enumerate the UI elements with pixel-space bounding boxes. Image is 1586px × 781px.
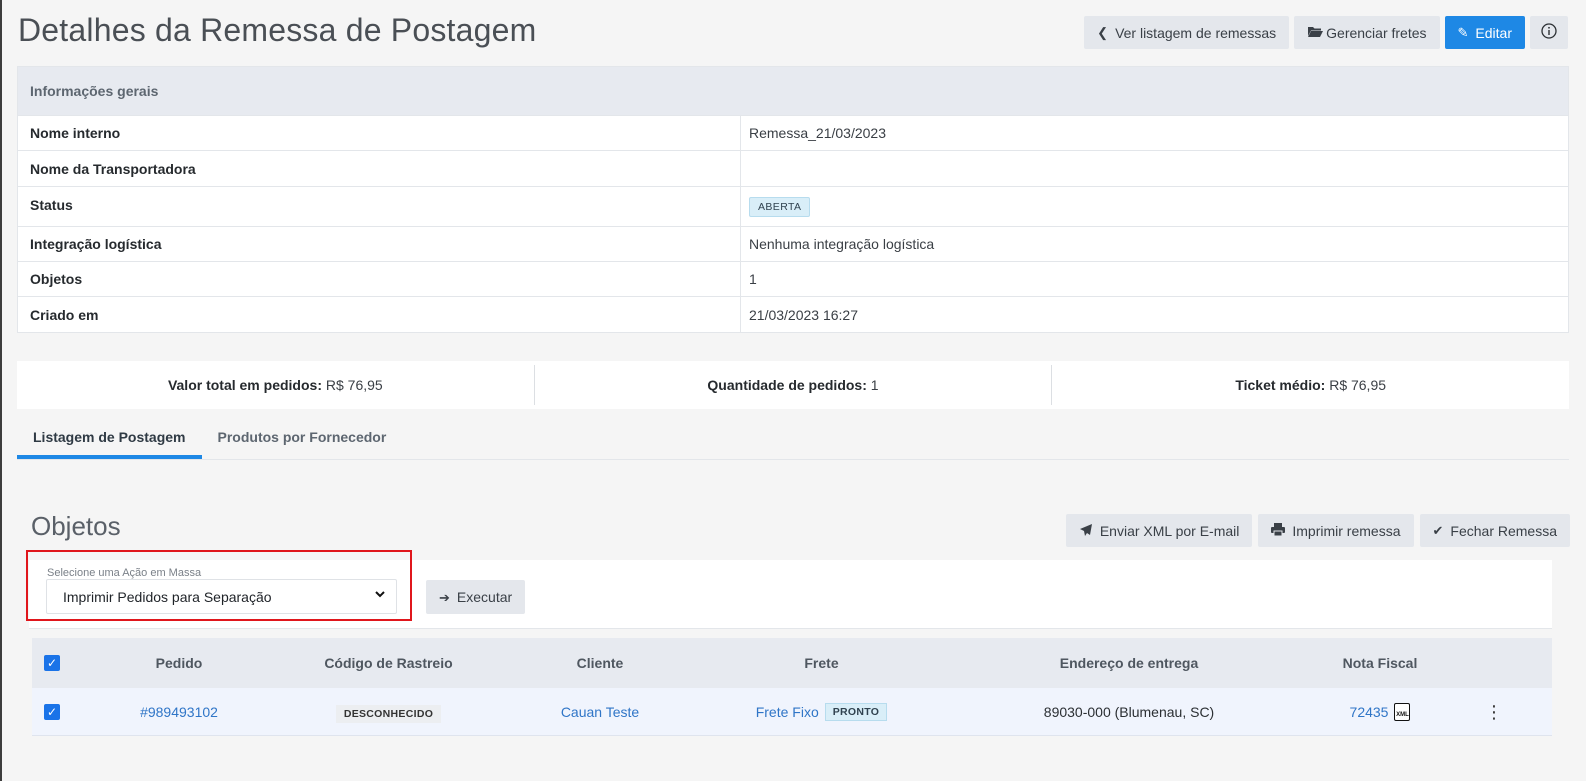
header-actions: ❮ Ver listagem de remessas Gerenciar fre… — [1084, 16, 1568, 49]
info-label: Integração logística — [18, 227, 741, 261]
page-title: Detalhes da Remessa de Postagem — [18, 12, 537, 48]
stat-order-count: Quantidade de pedidos: 1 — [533, 365, 1052, 405]
chevron-down-icon — [374, 588, 386, 603]
manage-freights-label: Gerenciar fretes — [1326, 24, 1427, 41]
window-edge — [0, 0, 2, 781]
address-cell: 89030-000 (Blumenau, SC) — [1043, 703, 1215, 720]
tab-products-by-supplier[interactable]: Produtos por Fornecedor — [202, 414, 403, 459]
close-shipment-label: Fechar Remessa — [1450, 522, 1557, 539]
info-row-created: Criado em 21/03/2023 16:27 — [18, 297, 1568, 332]
edit-button[interactable]: ✎ Editar — [1444, 16, 1525, 49]
row-checkbox[interactable]: ✓ — [44, 703, 60, 720]
send-xml-email-button[interactable]: Enviar XML por E-mail — [1065, 514, 1253, 547]
print-shipment-label: Imprimir remessa — [1292, 522, 1401, 539]
freight-link[interactable]: Frete Fixo — [756, 704, 819, 720]
order-cell: #989493102 — [72, 704, 286, 720]
stat-label: Quantidade de pedidos: — [707, 377, 867, 393]
objects-actions: Enviar XML por E-mail Imprimir remessa ✔… — [1065, 514, 1570, 547]
info-value: ABERTA — [741, 187, 1568, 226]
invoice-cell: 72435 XML — [1324, 702, 1436, 721]
info-value: 21/03/2023 16:27 — [749, 306, 858, 323]
manage-freights-button[interactable]: Gerenciar fretes — [1294, 16, 1440, 49]
info-label: Nome interno — [18, 116, 741, 150]
summary-stats: Valor total em pedidos: R$ 76,95 Quantid… — [17, 361, 1569, 409]
general-info-header: Informações gerais — [18, 67, 1568, 116]
tab-postage-list[interactable]: Listagem de Postagem — [17, 414, 202, 459]
stat-label: Ticket médio: — [1235, 377, 1326, 393]
info-value: Nenhuma integração logística — [749, 236, 935, 252]
folder-open-icon — [1307, 25, 1324, 40]
invoice-link[interactable]: 72435 — [1350, 704, 1389, 720]
chevron-left-icon: ❮ — [1097, 25, 1109, 40]
select-all-checkbox[interactable]: ✓ — [44, 655, 60, 671]
column-header: Endereço de entrega — [1059, 655, 1199, 671]
info-row-internal-name: Nome interno Remessa_21/03/2023 — [18, 116, 1568, 151]
order-link[interactable]: #989493102 — [140, 704, 218, 720]
stat-average-ticket: Ticket médio: R$ 76,95 — [1051, 365, 1569, 405]
info-label: Criado em — [18, 297, 741, 332]
info-row-carrier: Nome da Transportadora — [18, 151, 1568, 187]
printer-icon — [1271, 523, 1286, 538]
send-xml-email-label: Enviar XML por E-mail — [1099, 522, 1240, 539]
tracking-cell: DESCONHECIDO — [286, 704, 491, 723]
kebab-menu-icon[interactable]: ⋮ — [1485, 702, 1503, 722]
info-label: Nome da Transportadora — [18, 151, 741, 186]
paper-plane-icon — [1079, 523, 1093, 539]
column-header: Frete — [804, 655, 839, 671]
execute-label: Executar — [456, 589, 513, 605]
select-all-cell: ✓ — [32, 655, 72, 671]
column-header: Pedido — [155, 655, 203, 671]
info-value — [741, 151, 1568, 186]
row-actions-cell: ⋮ — [1436, 703, 1552, 721]
info-row-logistics: Integração logística Nenhuma integração … — [18, 227, 1568, 262]
stat-value: 1 — [870, 377, 879, 393]
table-row: ✓ #989493102 DESCONHECIDO Cauan Teste Fr… — [32, 688, 1552, 736]
info-button[interactable] — [1530, 16, 1568, 49]
info-label: Objetos — [18, 262, 741, 296]
bulk-action-selected: Imprimir Pedidos para Separação — [63, 588, 272, 605]
objects-title: Objetos — [31, 511, 121, 541]
orders-table: ✓ Pedido Código de Rastreio Cliente Fret… — [32, 638, 1552, 736]
stat-value: R$ 76,95 — [325, 377, 383, 393]
status-badge: ABERTA — [749, 196, 811, 217]
tab-bar: Listagem de Postagem Produtos por Fornec… — [17, 414, 1569, 460]
info-icon — [1541, 23, 1557, 42]
xml-file-icon[interactable]: XML — [1394, 702, 1411, 721]
arrow-right-icon: ➔ — [439, 589, 450, 605]
freight-cell: Frete Fixo PRONTO — [709, 702, 934, 721]
edit-label: Editar — [1475, 24, 1512, 41]
stat-value: R$ 76,95 — [1329, 377, 1387, 393]
close-shipment-button[interactable]: ✔ Fechar Remessa — [1419, 514, 1570, 547]
customer-cell: Cauan Teste — [491, 704, 709, 720]
execute-button[interactable]: ➔ Executar — [426, 580, 526, 614]
column-header: Nota Fiscal — [1342, 655, 1418, 671]
freight-status-badge: PRONTO — [824, 702, 888, 721]
info-row-objects: Objetos 1 — [18, 262, 1568, 297]
bulk-action-select[interactable]: Imprimir Pedidos para Separação — [46, 579, 397, 614]
info-value: Remessa_21/03/2023 — [749, 125, 886, 141]
stat-label: Valor total em pedidos: — [167, 377, 322, 393]
print-shipment-button[interactable]: Imprimir remessa — [1258, 514, 1414, 547]
info-value: 1 — [749, 271, 757, 287]
back-to-list-button[interactable]: ❮ Ver listagem de remessas — [1084, 16, 1290, 49]
check-icon: ✔ — [1432, 523, 1444, 538]
general-info-table: Informações gerais Nome interno Remessa_… — [17, 66, 1569, 333]
row-select-cell: ✓ — [32, 703, 72, 720]
column-header: Cliente — [576, 655, 624, 671]
info-label: Status — [18, 187, 741, 226]
back-to-list-label: Ver listagem de remessas — [1115, 24, 1277, 41]
info-row-status: Status ABERTA — [18, 187, 1568, 227]
column-header: Código de Rastreio — [324, 655, 453, 671]
tracking-badge: DESCONHECIDO — [335, 704, 442, 723]
orders-header: ✓ Pedido Código de Rastreio Cliente Fret… — [32, 638, 1552, 688]
bulk-action-label: Selecione uma Ação em Massa — [47, 567, 202, 579]
stat-total-value: Valor total em pedidos: R$ 76,95 — [17, 365, 534, 405]
customer-link[interactable]: Cauan Teste — [561, 704, 639, 720]
pencil-icon: ✎ — [1457, 25, 1469, 40]
